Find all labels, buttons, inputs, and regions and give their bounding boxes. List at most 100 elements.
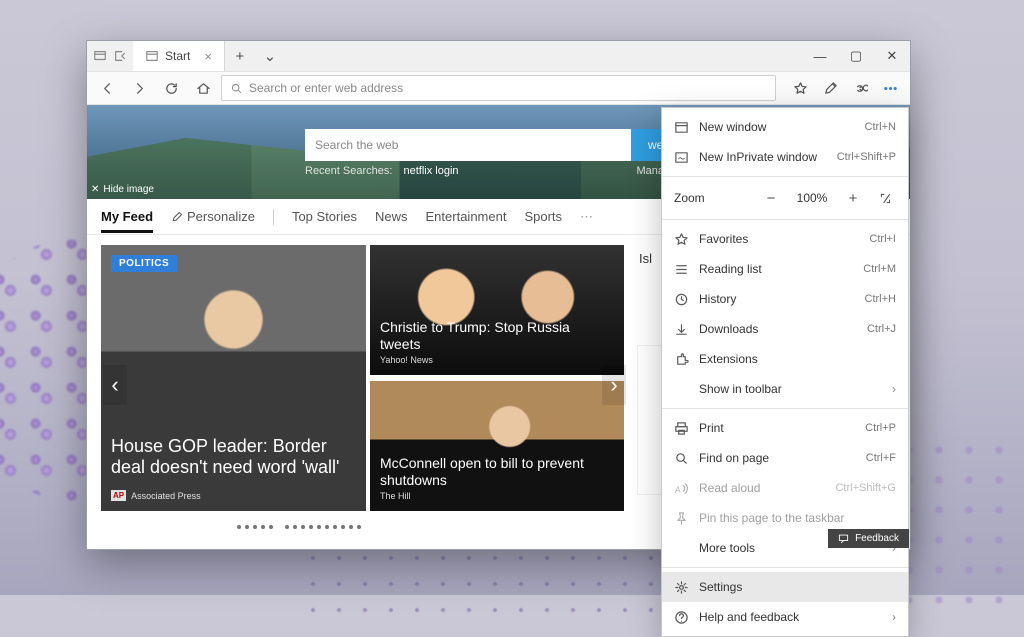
feed-tab-myfeed[interactable]: My Feed (101, 209, 153, 233)
zoom-label: Zoom (674, 191, 750, 205)
browser-tab[interactable]: Start × (133, 41, 225, 71)
feed-tab-news[interactable]: News (375, 209, 408, 224)
menu-new-window[interactable]: New window Ctrl+N (662, 112, 908, 142)
menu-favorites[interactable]: Favorites Ctrl+I (662, 224, 908, 254)
web-search-input[interactable]: Search the web (305, 129, 631, 161)
tile-main[interactable]: POLITICS House GOP leader: Border deal d… (101, 245, 366, 511)
svg-text:A: A (675, 484, 681, 494)
tab-close-button[interactable]: × (204, 49, 212, 64)
window-icon (674, 120, 689, 135)
tile-category-badge: POLITICS (111, 255, 177, 272)
refresh-button[interactable] (157, 74, 185, 102)
wallpaper-lilac-right (894, 435, 1024, 615)
find-icon (674, 451, 689, 466)
titlebar-drag-region[interactable] (285, 41, 802, 71)
star-icon (674, 232, 689, 247)
home-button[interactable] (189, 74, 217, 102)
more-menu-dropdown: New window Ctrl+N New InPrivate window C… (661, 107, 909, 637)
edge-browser-window: Start × + ⌄ — ▢ ✕ Search or enter web ad… (86, 40, 911, 550)
menu-history[interactable]: History Ctrl+H (662, 284, 908, 314)
menu-reading-list[interactable]: Reading list Ctrl+M (662, 254, 908, 284)
menu-settings[interactable]: Settings (662, 572, 908, 602)
feed-tab-top-stories[interactable]: Top Stories (292, 209, 357, 224)
tile-secondary-1[interactable]: Christie to Trump: Stop Russia tweets Ya… (370, 245, 624, 375)
feed-tab-more[interactable]: ⋯ (580, 209, 593, 225)
carousel-dots (237, 525, 361, 529)
history-icon (674, 292, 689, 307)
recent-searches: Recent Searches: netflix login (305, 165, 459, 177)
window-maximize-button[interactable]: ▢ (838, 41, 874, 71)
window-close-button[interactable]: ✕ (874, 41, 910, 71)
menu-separator (662, 219, 908, 220)
window-minimize-button[interactable]: — (802, 41, 838, 71)
feed-nav-separator (273, 209, 274, 225)
zoom-out-button[interactable]: − (760, 187, 782, 209)
feed-tab-entertainment[interactable]: Entertainment (426, 209, 507, 224)
tile-main-headline: House GOP leader: Border deal doesn't ne… (111, 436, 356, 479)
menu-separator (662, 567, 908, 568)
menu-new-inprivate-window[interactable]: New InPrivate window Ctrl+Shift+P (662, 142, 908, 172)
inprivate-icon (674, 150, 689, 165)
fullscreen-button[interactable] (874, 187, 896, 209)
feedback-icon (838, 533, 849, 544)
zoom-in-button[interactable]: + (842, 187, 864, 209)
titlebar: Start × + ⌄ — ▢ ✕ (87, 41, 910, 71)
forward-button[interactable] (125, 74, 153, 102)
tab-label: Start (165, 49, 190, 63)
recent-search-item[interactable]: netflix login (404, 165, 459, 177)
feed-tab-personalize[interactable]: Personalize (171, 209, 255, 224)
address-placeholder: Search or enter web address (249, 81, 403, 95)
zoom-value: 100% (792, 191, 832, 205)
close-icon: ✕ (91, 184, 99, 195)
tabs-chevron-button[interactable]: ⌄ (255, 41, 285, 71)
menu-extensions[interactable]: Extensions (662, 344, 908, 374)
recent-searches-label: Recent Searches: (305, 165, 392, 177)
menu-help-feedback[interactable]: Help and feedback › (662, 602, 908, 632)
tile-2-source: Yahoo! News (380, 355, 433, 365)
reading-list-icon (674, 262, 689, 277)
menu-show-in-toolbar[interactable]: Show in toolbar › (662, 374, 908, 404)
tile-3-headline: McConnell open to bill to prevent shutdo… (380, 455, 614, 489)
chevron-right-icon: › (892, 610, 896, 624)
tile-main-source: AP Associated Press (111, 490, 201, 501)
new-tab-button[interactable]: + (225, 41, 255, 71)
chevron-right-icon: › (892, 382, 896, 396)
more-menu-button[interactable] (876, 74, 904, 102)
address-bar[interactable]: Search or enter web address (221, 75, 776, 101)
menu-print[interactable]: Print Ctrl+P (662, 413, 908, 443)
carousel-next-button[interactable]: › (602, 365, 626, 405)
read-aloud-icon: A (674, 481, 689, 496)
carousel-prev-button[interactable]: ‹ (103, 365, 127, 405)
menu-separator (662, 408, 908, 409)
tile-2-headline: Christie to Trump: Stop Russia tweets (380, 319, 614, 353)
extensions-icon (674, 352, 689, 367)
set-aside-tabs-icon[interactable] (113, 49, 127, 63)
navigation-bar: Search or enter web address (87, 71, 910, 105)
back-button[interactable] (93, 74, 121, 102)
blank-icon (674, 541, 689, 556)
menu-separator (662, 176, 908, 177)
titlebar-left-icons (87, 41, 133, 71)
gear-icon (674, 580, 689, 595)
share-button[interactable] (846, 74, 874, 102)
ap-logo-icon: AP (111, 490, 126, 501)
help-icon (674, 610, 689, 625)
add-favorite-button[interactable] (786, 74, 814, 102)
wallpaper-lilac-bottom (300, 545, 720, 615)
hide-image-button[interactable]: ✕ Hide image (91, 184, 154, 195)
tile-secondary-2[interactable]: McConnell open to bill to prevent shutdo… (370, 381, 624, 511)
menu-downloads[interactable]: Downloads Ctrl+J (662, 314, 908, 344)
add-notes-button[interactable] (816, 74, 844, 102)
tab-favicon-icon (145, 49, 159, 63)
feedback-button[interactable]: Feedback (828, 529, 909, 548)
tile-3-source: The Hill (380, 491, 411, 501)
web-search-wrap: Search the web web (305, 129, 687, 161)
tab-preview-icon[interactable] (93, 49, 107, 63)
pin-icon (674, 511, 689, 526)
pencil-icon (171, 211, 183, 223)
print-icon (674, 421, 689, 436)
menu-find-on-page[interactable]: Find on page Ctrl+F (662, 443, 908, 473)
feed-tab-sports[interactable]: Sports (524, 209, 562, 224)
blank-icon (674, 382, 689, 397)
hero-manage-link[interactable]: Mana (636, 165, 664, 177)
